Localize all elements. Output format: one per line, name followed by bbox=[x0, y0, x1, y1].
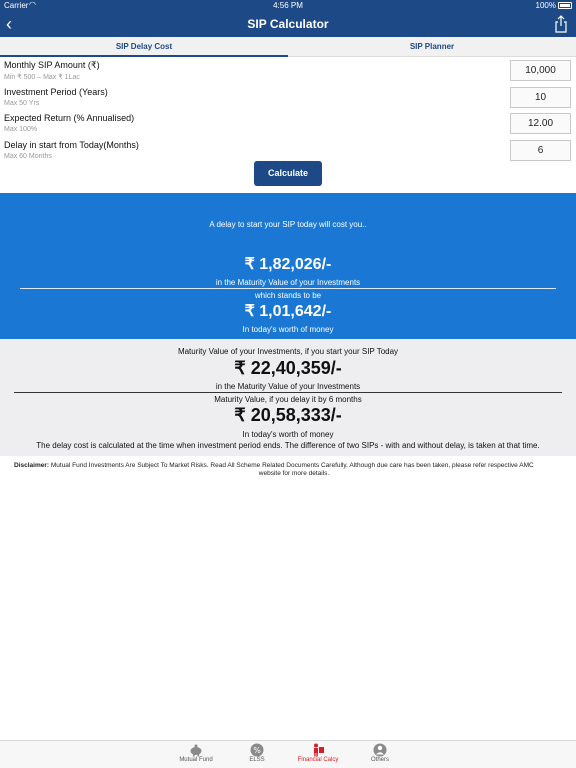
maturity-delay-caption: Maturity Value, if you delay it by 6 mon… bbox=[214, 395, 362, 404]
field-label: Investment Period (Years) bbox=[4, 87, 108, 97]
tabbar-item-mutual-fund[interactable]: Mutual Fund bbox=[166, 743, 226, 763]
maturity-today-subcaption: in the Maturity Value of your Investment… bbox=[215, 382, 361, 391]
bottom-tab-bar: Mutual Fund % ELSS Financial Calcy Other… bbox=[0, 740, 576, 768]
maturity-comparison: Maturity Value of your Investments, if y… bbox=[0, 339, 576, 456]
tab-sip-delay-cost[interactable]: SIP Delay Cost bbox=[0, 37, 288, 57]
investment-period-input[interactable]: 10 bbox=[510, 87, 571, 108]
delay-months-input[interactable]: 6 bbox=[510, 140, 571, 161]
tabbar-item-others[interactable]: Others bbox=[350, 743, 410, 763]
tabbar-label: Others bbox=[370, 757, 389, 763]
svg-text:%: % bbox=[253, 746, 261, 755]
page-title: SIP Calculator bbox=[247, 17, 329, 31]
battery-icon bbox=[558, 2, 572, 9]
maturity-today-caption: Maturity Value of your Investments, if y… bbox=[177, 347, 399, 356]
delay-cost-caption: in the Maturity Value of your Investment… bbox=[215, 278, 361, 287]
tab-sip-planner[interactable]: SIP Planner bbox=[288, 37, 576, 57]
person-icon bbox=[373, 743, 387, 757]
field-expected-return: Expected Return (% Annualised) Max 100% … bbox=[0, 113, 576, 139]
share-icon[interactable] bbox=[554, 15, 568, 33]
percent-icon: % bbox=[250, 743, 264, 757]
tabbar-item-financial-calcy[interactable]: Financial Calcy bbox=[288, 743, 348, 763]
divider bbox=[20, 288, 556, 289]
field-hint: Max 60 Months bbox=[4, 153, 52, 160]
segmented-tabs: SIP Delay Cost SIP Planner bbox=[0, 37, 576, 57]
tabbar-item-elss[interactable]: % ELSS bbox=[227, 743, 287, 763]
calculation-note: The delay cost is calculated at the time… bbox=[36, 441, 540, 450]
field-monthly-sip: Monthly SIP Amount (₹) Min ₹ 500 – Max ₹… bbox=[0, 60, 576, 86]
disclaimer: Disclaimer: Mutual Fund Investments Are … bbox=[14, 462, 574, 478]
present-worth-amount: ₹ 1,01,642/- bbox=[244, 303, 332, 320]
present-worth-caption: In today's worth of money bbox=[242, 325, 334, 334]
tabbar-label: Mutual Fund bbox=[179, 757, 213, 763]
stands-caption: which stands to be bbox=[254, 291, 322, 300]
field-label: Expected Return (% Annualised) bbox=[4, 113, 135, 123]
maturity-delay-subcaption: In today's worth of money bbox=[242, 430, 334, 439]
monthly-sip-input[interactable]: 10,000 bbox=[510, 60, 571, 81]
disclaimer-label: Disclaimer: bbox=[14, 462, 50, 469]
field-hint: Min ₹ 500 – Max ₹ 1Lac bbox=[4, 74, 80, 81]
field-hint: Max 100% bbox=[4, 126, 38, 133]
tabbar-label: ELSS bbox=[249, 757, 265, 763]
status-time: 4:56 PM bbox=[273, 1, 303, 10]
disclaimer-text-continued: website for more details. bbox=[258, 470, 330, 477]
expected-return-input[interactable]: 12.00 bbox=[510, 113, 571, 134]
battery-percent: 100% bbox=[535, 1, 556, 10]
field-hint: Max 50 Yrs bbox=[4, 100, 40, 107]
field-label: Delay in start from Today(Months) bbox=[4, 140, 139, 150]
result-intro: A delay to start your SIP today will cos… bbox=[209, 220, 367, 229]
delay-cost-result: A delay to start your SIP today will cos… bbox=[0, 193, 576, 339]
nav-bar: ‹ SIP Calculator bbox=[0, 12, 576, 37]
field-label: Monthly SIP Amount (₹) bbox=[4, 60, 100, 70]
tabbar-label: Financial Calcy bbox=[297, 757, 339, 763]
maturity-delay-amount: ₹ 20,58,333/- bbox=[234, 405, 342, 425]
field-investment-period: Investment Period (Years) Max 50 Yrs 10 bbox=[0, 87, 576, 113]
maturity-today-amount: ₹ 22,40,359/- bbox=[234, 358, 342, 378]
piggy-bank-icon bbox=[190, 744, 202, 757]
delay-cost-amount: ₹ 1,82,026/- bbox=[244, 256, 332, 273]
divider bbox=[14, 392, 562, 393]
disclaimer-text: Mutual Fund Investments Are Subject To M… bbox=[50, 462, 534, 469]
status-bar: Carrier ◠ 4:56 PM 100% bbox=[0, 0, 576, 12]
calculate-button[interactable]: Calculate bbox=[254, 161, 322, 186]
calculator-person-icon bbox=[314, 743, 324, 757]
